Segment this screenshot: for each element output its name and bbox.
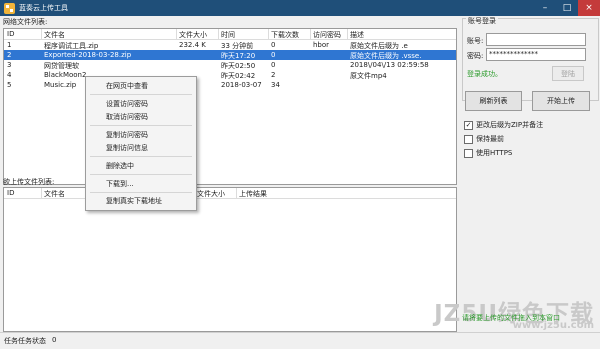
row-filename: Exported-2018-03-28.zip [44,51,132,59]
upload-list-header: ID 文件名 文件大小 上传结果 [4,188,456,199]
option-rename-zip[interactable]: ✓ 更改后缀为ZIP并备注 [464,120,543,130]
row-id: 3 [7,61,12,69]
upload-list-label: 欲上传文件列表: [3,178,55,186]
title-bar: 蓝奏云上传工具 – □ × [0,0,600,16]
menu-copy-real-url[interactable]: 复制真实下载地址 [106,196,162,206]
col-size[interactable]: 文件大小 [197,189,225,199]
username-field[interactable] [486,33,586,46]
menu-copy-password[interactable]: 复制访问密码 [106,130,148,140]
col-filename[interactable]: 文件名 [44,189,65,199]
menu-download-to[interactable]: 下载到... [106,179,134,189]
option-label: 使用HTTPS [476,149,513,157]
menu-separator [90,174,192,175]
row-downloads: 0 [271,41,276,49]
username-label: 账号: [467,37,484,45]
context-menu: 在网页中查看 设置访问密码 取消访问密码 复制访问密码 复制访问信息 删除选中 … [85,76,197,211]
status-label: 任务任务状态 [4,337,46,345]
password-field[interactable]: ************** [486,48,586,61]
menu-copy-info[interactable]: 复制访问信息 [106,143,148,153]
file-row[interactable]: 1 程序调试工具.zip 232.4 K 33 分钟前 0 hbor 原始文件后… [4,40,456,50]
option-label: 保持最前 [476,135,504,143]
row-time: 2018-03-07 [221,81,262,89]
col-id[interactable]: ID [7,189,14,197]
menu-view-in-browser[interactable]: 在网页中查看 [106,81,148,91]
login-status: 登录成功。 [467,70,502,78]
drop-hint: 请将要上传的文件拖入到本窗口 [462,314,560,322]
col-upload-result[interactable]: 上传结果 [239,189,267,199]
main-window: 网络文件列表: ID 文件名 文件大小 时间 下载次数 访问密码 描述 1 程序… [0,16,600,349]
col-downloads[interactable]: 下载次数 [271,30,299,40]
col-time[interactable]: 时间 [221,30,235,40]
file-row[interactable]: 4 BlackMoon2 昨天02:42 2 原文件mp4 [4,70,456,80]
file-row[interactable]: 5 Music.zip 2018-03-07 34 [4,80,456,90]
row-downloads: 34 [271,81,280,89]
menu-delete-selected[interactable]: 删除选中 [106,161,134,171]
row-downloads: 2 [271,71,276,79]
menu-cancel-password[interactable]: 取消访问密码 [106,112,148,122]
col-id[interactable]: ID [7,30,14,38]
minimize-button[interactable]: – [534,0,556,16]
file-row[interactable]: 3 网贷管理软 昨天02:50 0 2018\/04\/13 02:59:58 [4,60,456,70]
status-bar: 任务任务状态 0 [0,332,600,349]
checkbox-checked-icon[interactable]: ✓ [464,120,473,130]
network-list-header: ID 文件名 文件大小 时间 下载次数 访问密码 描述 [4,29,456,40]
row-id: 1 [7,41,12,49]
checkbox-icon[interactable] [464,134,473,144]
col-size[interactable]: 文件大小 [179,30,207,40]
close-button[interactable]: × [578,0,600,16]
window-title: 蓝奏云上传工具 [19,4,68,12]
app-icon [4,2,15,14]
network-file-list[interactable]: ID 文件名 文件大小 时间 下载次数 访问密码 描述 1 程序调试工具.zip… [3,28,457,185]
checkbox-icon[interactable] [464,148,473,158]
row-description: 2018\/04\/13 02:59:58 [350,61,429,69]
maximize-button[interactable]: □ [556,0,578,16]
row-password: hbor [313,41,330,49]
menu-set-password[interactable]: 设置访问密码 [106,99,148,109]
row-size: 232.4 K [179,41,206,49]
row-id: 5 [7,81,12,89]
upload-file-list[interactable]: ID 文件名 文件大小 上传结果 [3,187,457,332]
option-stay-on-top[interactable]: 保持最前 [464,134,504,144]
col-filename[interactable]: 文件名 [44,30,65,40]
status-value: 0 [52,336,57,344]
account-group-title: 账号登录 [466,16,498,26]
menu-separator [90,192,192,193]
login-button[interactable]: 登陆 [552,66,584,81]
row-id: 2 [7,51,12,59]
option-label: 更改后缀为ZIP并备注 [476,121,544,129]
row-downloads: 0 [271,61,276,69]
option-use-https[interactable]: 使用HTTPS [464,148,512,158]
menu-separator [90,94,192,95]
menu-separator [90,125,192,126]
menu-separator [90,156,192,157]
col-password[interactable]: 访问密码 [313,30,341,40]
network-list-label: 网络文件列表: [3,18,48,26]
row-id: 4 [7,71,12,79]
row-downloads: 0 [271,51,276,59]
start-upload-button[interactable]: 开始上传 [532,91,590,111]
password-label: 密码: [467,52,484,60]
file-row-selected[interactable]: 2 Exported-2018-03-28.zip 昨天17:20 0 原始文件… [4,50,456,60]
col-description[interactable]: 描述 [350,30,364,40]
refresh-list-button[interactable]: 刷新列表 [465,91,522,111]
